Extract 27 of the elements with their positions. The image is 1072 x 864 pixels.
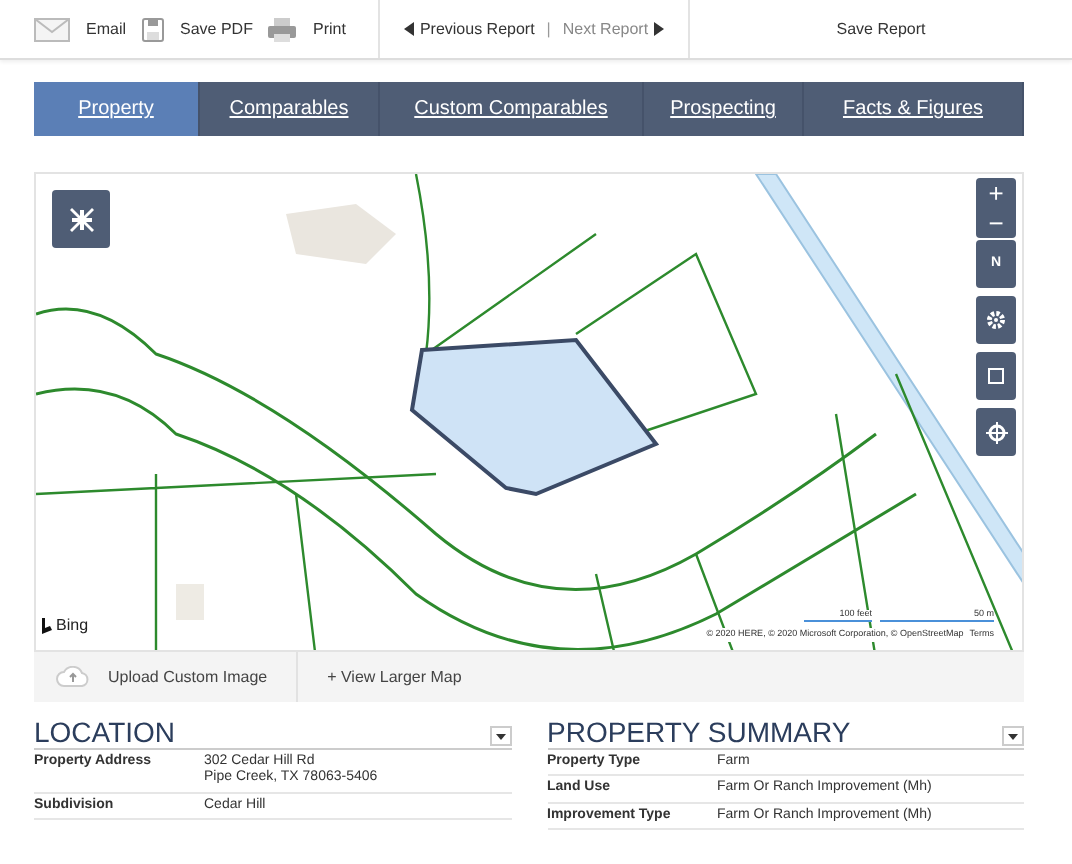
gear-icon	[986, 310, 1006, 330]
upload-image-button[interactable]: Upload Custom Image	[34, 652, 298, 702]
printer-icon	[268, 17, 297, 41]
zoom-in-button[interactable]: +	[976, 178, 1016, 208]
zoom-out-button[interactable]: −	[976, 208, 1016, 238]
separator-text: |	[546, 17, 551, 41]
crosshair-icon	[985, 421, 1007, 443]
dropdown-caret-icon[interactable]	[489, 726, 511, 746]
tab[interactable]: Property	[34, 82, 200, 136]
email-icon	[34, 17, 70, 41]
pdf-button[interactable]: Save PDF	[142, 17, 253, 41]
print-button[interactable]: Print	[268, 17, 346, 41]
cloud-upload-icon	[56, 666, 90, 688]
bing-logo: Bing	[42, 614, 89, 638]
square-select-button[interactable]	[976, 352, 1016, 400]
locate-button[interactable]	[976, 408, 1016, 456]
section-title: PROPERTY SUMMARY	[547, 718, 851, 746]
caret-right-icon	[654, 21, 665, 36]
settings-button[interactable]	[976, 296, 1016, 344]
save-report-button[interactable]: Save Report	[836, 17, 926, 41]
caret-left-icon	[403, 21, 414, 36]
email-button[interactable]: Email	[34, 17, 127, 41]
view-larger-map-link[interactable]: + View Larger Map	[327, 665, 462, 689]
section-title: LOCATION	[34, 718, 176, 746]
dropdown-caret-icon[interactable]	[1002, 726, 1024, 746]
square-icon	[986, 366, 1006, 386]
previous-report-link[interactable]: Previous Report	[397, 17, 535, 41]
